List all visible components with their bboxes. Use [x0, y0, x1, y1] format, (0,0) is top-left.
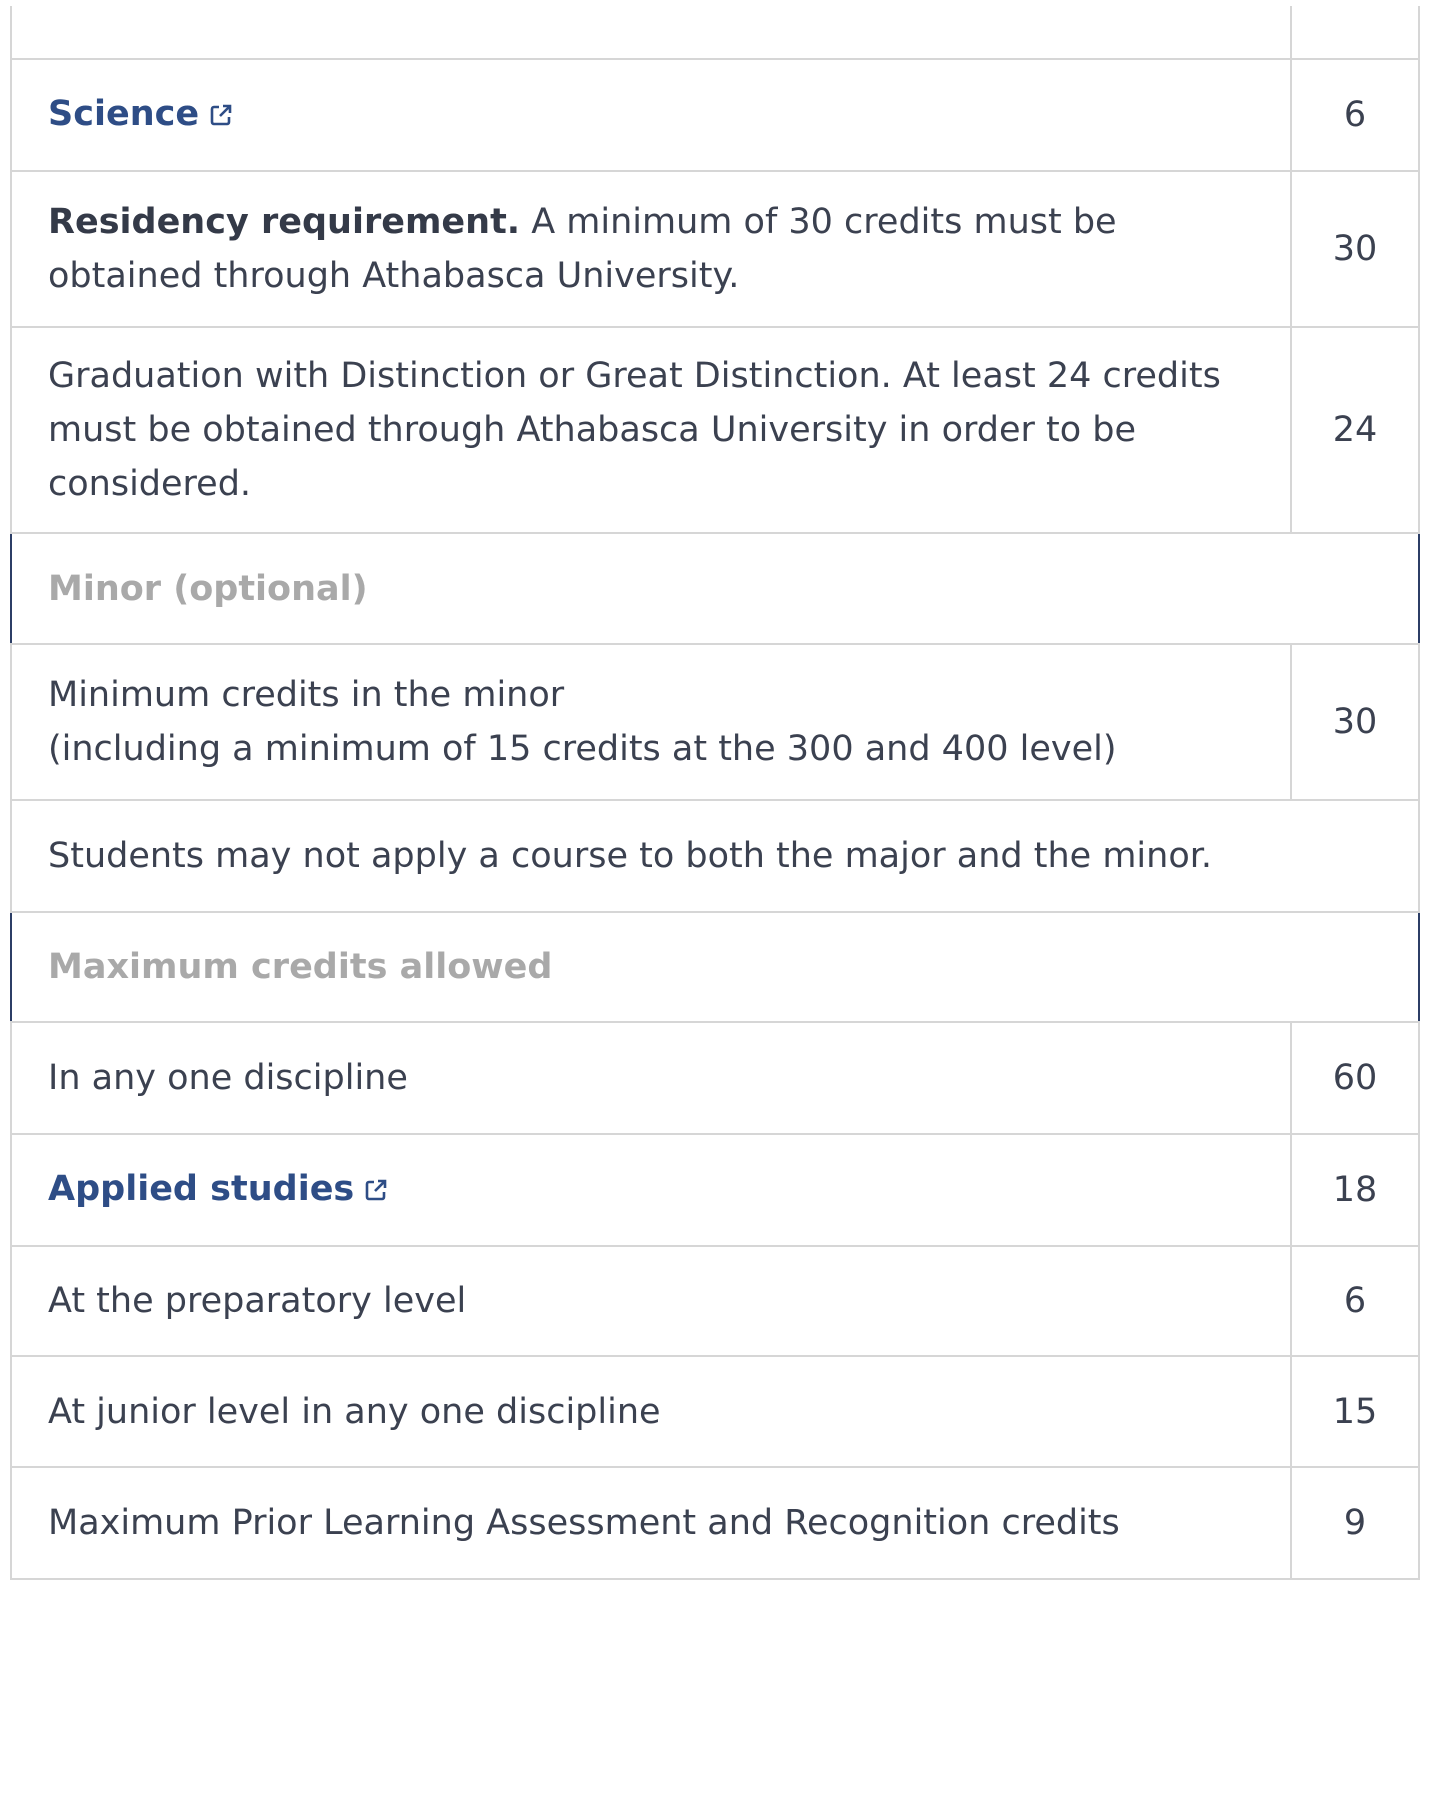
- section-header-row: Minor (optional): [10, 532, 1420, 645]
- note-cell: Students may not apply a course to both …: [10, 799, 1420, 913]
- credits-cell: 30: [1290, 170, 1420, 328]
- table-row: Minimum credits in the minor (including …: [10, 643, 1420, 801]
- minor-line-2: (including a minimum of 15 credits at th…: [48, 729, 1117, 769]
- table-row: Students may not apply a course to both …: [10, 799, 1420, 913]
- credits-cell: [1290, 6, 1420, 60]
- table-row: Residency requirement. A minimum of 30 c…: [10, 170, 1420, 328]
- credits-cell: 6: [1290, 58, 1420, 172]
- credits-cell: 18: [1290, 1133, 1420, 1247]
- link-label: Science: [48, 94, 200, 134]
- credits-cell: 9: [1290, 1466, 1420, 1580]
- credits-cell: 24: [1290, 326, 1420, 534]
- section-title-maximum: Maximum credits allowed: [10, 911, 1420, 1023]
- credits-cell: 6: [1290, 1245, 1420, 1357]
- table-row: At junior level in any one discipline 15: [10, 1355, 1420, 1468]
- table-row: Applied studies 18: [10, 1133, 1420, 1247]
- credits-cell: 30: [1290, 643, 1420, 801]
- requirement-cell: Maximum Prior Learning Assessment and Re…: [10, 1466, 1292, 1580]
- requirement-cell: Science: [10, 58, 1292, 172]
- table-row: Graduation with Distinction or Great Dis…: [10, 326, 1420, 534]
- applied-studies-link[interactable]: Applied studies: [48, 1169, 388, 1209]
- credits-cell: 60: [1290, 1021, 1420, 1135]
- requirement-cell: Applied studies: [10, 1133, 1292, 1247]
- residency-lead: Residency requirement.: [48, 202, 521, 242]
- requirement-cell: In any one discipline: [10, 1021, 1292, 1135]
- credits-cell: 15: [1290, 1355, 1420, 1468]
- table-row: At the preparatory level 6: [10, 1245, 1420, 1357]
- external-link-icon: [209, 89, 233, 143]
- table-row: Maximum Prior Learning Assessment and Re…: [10, 1466, 1420, 1580]
- table-row: In any one discipline 60: [10, 1021, 1420, 1135]
- requirement-cell: Graduation with Distinction or Great Dis…: [10, 326, 1292, 534]
- minor-line-1: Minimum credits in the minor: [48, 675, 565, 715]
- section-header-row: Maximum credits allowed: [10, 911, 1420, 1023]
- requirements-table-wrapper: Science 6 Residency requirement. A minim…: [10, 6, 1420, 1580]
- requirement-cell: [10, 6, 1292, 60]
- link-label: Applied studies: [48, 1169, 355, 1209]
- requirement-cell: At junior level in any one discipline: [10, 1355, 1292, 1468]
- external-link-icon: [364, 1164, 388, 1218]
- requirement-cell: Minimum credits in the minor (including …: [10, 643, 1292, 801]
- table-row: [10, 6, 1420, 60]
- section-title-minor: Minor (optional): [10, 532, 1420, 645]
- requirement-cell: Residency requirement. A minimum of 30 c…: [10, 170, 1292, 328]
- requirement-cell: At the preparatory level: [10, 1245, 1292, 1357]
- science-link[interactable]: Science: [48, 94, 233, 134]
- program-requirements-table: Science 6 Residency requirement. A minim…: [10, 6, 1420, 1580]
- table-row: Science 6: [10, 58, 1420, 172]
